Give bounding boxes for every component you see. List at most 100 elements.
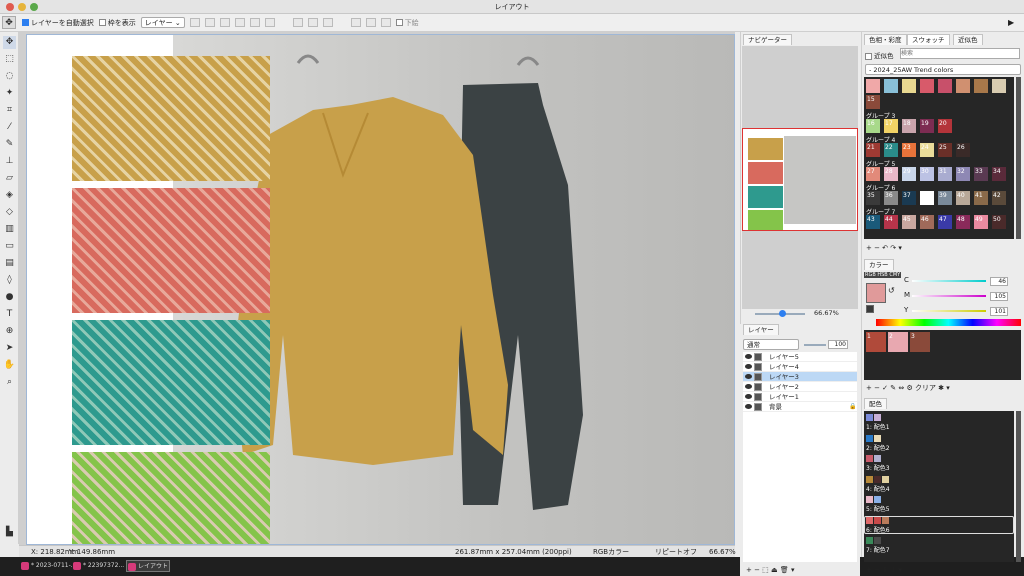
y-slider[interactable] — [912, 310, 986, 312]
swatch-cell[interactable]: 16 — [866, 119, 880, 133]
document-canvas[interactable] — [26, 34, 735, 545]
m-value-field[interactable]: 105 — [990, 292, 1008, 301]
tab-color[interactable]: カラー — [864, 259, 894, 270]
swatch-cell[interactable]: 43 — [866, 215, 880, 229]
swatch-cell[interactable]: 27 — [866, 167, 880, 181]
layer-row[interactable]: 背景 🔒 — [743, 402, 857, 412]
history-color-cell[interactable]: 1 — [866, 332, 886, 352]
haisho-color-chip[interactable] — [866, 414, 873, 421]
swatch-cell[interactable]: 40 — [956, 191, 970, 205]
swatch-cell[interactable]: 19 — [920, 119, 934, 133]
haisho-scrollbar[interactable] — [1016, 411, 1021, 562]
eye-icon[interactable] — [745, 384, 752, 389]
swatch-cell[interactable]: 36 — [884, 191, 898, 205]
swatch-cell[interactable]: 41 — [974, 191, 988, 205]
swap-colors-icon[interactable]: ↺ — [888, 286, 895, 295]
pattern-stamp-icon[interactable]: ▤ — [3, 257, 16, 270]
swatch-cell[interactable]: 39 — [938, 191, 952, 205]
gradient-icon[interactable]: ▥ — [3, 223, 16, 236]
swatch-cell[interactable]: 25 — [938, 143, 952, 157]
swatch-cell[interactable] — [938, 79, 952, 93]
swatch-cell[interactable]: 46 — [920, 215, 934, 229]
view-rectangle[interactable] — [742, 128, 858, 231]
swatch-search-input[interactable] — [900, 48, 1020, 59]
history-color-cell[interactable]: 2 — [888, 332, 908, 352]
tab-hue-saturation[interactable]: 色相・彩度 — [864, 34, 907, 45]
m-slider[interactable] — [912, 295, 986, 297]
swatch-cell[interactable]: 45 — [902, 215, 916, 229]
pattern-swatch-coral[interactable] — [72, 188, 270, 313]
distribute-center-icon[interactable] — [307, 18, 318, 27]
swatch-cell[interactable]: 29 — [902, 167, 916, 181]
swatch-cell[interactable]: 24 — [920, 143, 934, 157]
haisho-color-chip[interactable] — [874, 455, 881, 462]
close-window-dot[interactable] — [6, 3, 14, 11]
eye-icon[interactable] — [745, 364, 752, 369]
brush-icon[interactable]: ✎ — [3, 138, 16, 151]
haisho-item-label[interactable]: 3: 配色3 — [866, 463, 890, 472]
layer-row[interactable]: レイヤー2 — [743, 382, 857, 392]
eye-icon[interactable] — [745, 354, 752, 359]
swatch-cell[interactable] — [902, 79, 916, 93]
haisho-color-chip[interactable] — [874, 496, 881, 503]
swatch-cell[interactable]: 26 — [956, 143, 970, 157]
swatch-cell[interactable]: 20 — [938, 119, 952, 133]
haisho-color-chip[interactable] — [866, 475, 873, 483]
bucket-icon[interactable]: ◈ — [3, 189, 16, 202]
layer-row[interactable]: レイヤー4 — [743, 362, 857, 372]
haisho-item-label[interactable]: 5: 配色5 — [866, 504, 890, 513]
swatch-cell[interactable]: 32 — [956, 167, 970, 181]
near-color-checkbox[interactable]: 近似色 — [865, 50, 894, 60]
task-doc-layout[interactable]: レイアウト — [126, 560, 170, 572]
swatch-cell[interactable]: 33 — [974, 167, 988, 181]
minimize-window-dot[interactable] — [18, 3, 26, 11]
zoom-window-dot[interactable] — [30, 3, 38, 11]
layer-actions-icons[interactable]: + − ⬚ ⏏ 🗑 ▾ — [746, 566, 794, 574]
haisho-color-chip[interactable] — [866, 455, 873, 462]
tab-haisho[interactable]: 配色 — [864, 398, 887, 409]
swatch-cell[interactable]: 50 — [992, 215, 1006, 229]
c-slider[interactable] — [912, 280, 986, 282]
swatch-cell[interactable] — [992, 79, 1006, 93]
zoom-icon[interactable]: ⌕ — [3, 376, 16, 389]
swatch-cell[interactable]: 44 — [884, 215, 898, 229]
move-tool-icon[interactable]: ✥ — [2, 16, 16, 29]
sub-color-well[interactable] — [866, 305, 874, 313]
eye-icon[interactable] — [745, 404, 752, 409]
align-bottom-icon[interactable] — [264, 18, 275, 27]
haisho-color-chip[interactable] — [866, 434, 873, 442]
opacity-field[interactable]: 100 — [828, 340, 848, 349]
swatch-cell[interactable]: 49 — [974, 215, 988, 229]
navigator-zoom-knob[interactable] — [779, 310, 786, 317]
layer-row[interactable]: レイヤー1 — [743, 392, 857, 402]
select-arrow-icon[interactable]: ➤ — [3, 342, 16, 355]
type-icon[interactable]: T — [3, 308, 16, 321]
haisho-color-chip[interactable] — [874, 537, 881, 544]
tab-layers[interactable]: レイヤー — [743, 324, 779, 335]
eye-icon[interactable] — [745, 394, 752, 399]
layer-row-selected[interactable]: レイヤー3 — [743, 372, 857, 382]
haisho-color-chip[interactable] — [874, 414, 881, 421]
pattern-swatch-yellow[interactable] — [72, 56, 270, 181]
ruler-icon[interactable]: ▙ — [3, 526, 16, 539]
color-spectrum-bar[interactable] — [876, 319, 1021, 326]
haisho-color-chip[interactable] — [866, 537, 873, 544]
task-doc-2[interactable]: * 22397372... — [72, 560, 124, 572]
opacity-slider[interactable] — [804, 344, 826, 346]
lasso-icon[interactable]: ◌ — [3, 70, 16, 83]
tab-near-color[interactable]: 近似色 — [953, 34, 983, 45]
swatch-cell[interactable]: 42 — [992, 191, 1006, 205]
magic-wand-icon[interactable]: ✦ — [3, 87, 16, 100]
marquee-icon[interactable]: ⬚ — [3, 53, 16, 66]
haisho-color-chip[interactable] — [866, 496, 873, 503]
swatch-cell[interactable] — [866, 79, 880, 93]
swatch-cell[interactable]: 15 — [866, 95, 880, 109]
show-frame-checkbox[interactable]: 枠を表示 — [98, 18, 136, 28]
haisho-item-label[interactable]: 2: 配色2 — [866, 443, 890, 452]
haisho-color-chip[interactable] — [874, 475, 881, 483]
pattern-swatch-teal[interactable] — [72, 320, 270, 445]
pen-icon[interactable]: ⊕ — [3, 325, 16, 338]
haisho-actions-icons[interactable]: + − ↑ ↓ ▾ — [866, 566, 902, 574]
y-value-field[interactable]: 101 — [990, 307, 1008, 316]
swatch-cell[interactable]: 31 — [938, 167, 952, 181]
